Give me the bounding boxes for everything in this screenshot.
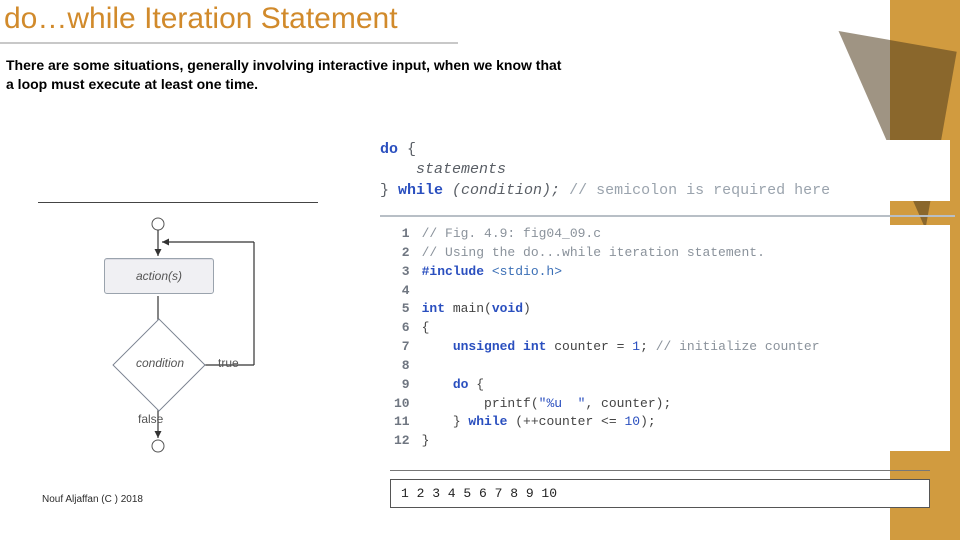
flow-condition-label: condition [130, 356, 190, 370]
syntax-underline [380, 215, 955, 217]
flow-action-box: action(s) [104, 258, 214, 294]
code-l5a: int [422, 301, 445, 316]
syntax-statements: statements [380, 161, 506, 178]
footer-credit: Nouf Aljaffan (C ) 2018 [42, 494, 143, 505]
code-l10a: printf( [422, 396, 539, 411]
brace-open: { [398, 141, 416, 158]
keyword-while: while [398, 182, 443, 199]
syntax-snippet: do { statements } while (condition); // … [380, 140, 950, 201]
title-underline [0, 42, 458, 44]
code-l12: } [422, 433, 430, 448]
code-l3b: <stdio.h> [492, 264, 562, 279]
flow-true-label: true [218, 356, 239, 370]
slide-title: do…while Iteration Statement [4, 2, 398, 36]
left-separator [38, 202, 318, 203]
code-l5d: ) [523, 301, 531, 316]
code-l2: // Using the do...while iteration statem… [422, 245, 765, 260]
keyword-do: do [380, 141, 398, 158]
syntax-comment: // semicolon is required here [569, 182, 830, 199]
code-l11b: while [468, 414, 507, 429]
code-l5c: void [492, 301, 523, 316]
flowchart: action(s) condition true false [58, 212, 318, 472]
code-l9b: { [468, 377, 484, 392]
code-l7d: ; [640, 339, 656, 354]
code-l10b: "%u " [539, 396, 586, 411]
code-l11a: } [422, 414, 469, 429]
output-separator [390, 470, 930, 471]
code-l5b: main( [445, 301, 492, 316]
code-l9a: do [422, 377, 469, 392]
code-l11d: 10 [624, 414, 640, 429]
syntax-condition: (condition); [443, 182, 569, 199]
code-l11c: (++counter <= [507, 414, 624, 429]
code-l6: { [422, 320, 430, 335]
code-l11e: ); [640, 414, 656, 429]
code-l7e: // initialize counter [656, 339, 820, 354]
brace-close: } [380, 182, 398, 199]
intro-text: There are some situations, generally inv… [6, 56, 566, 94]
code-l7c: 1 [632, 339, 640, 354]
code-l3a: #include [422, 264, 492, 279]
program-output: 1 2 3 4 5 6 7 8 9 10 [390, 479, 930, 508]
code-l10c: , counter); [585, 396, 671, 411]
flow-false-label: false [138, 412, 163, 426]
flowchart-arrows [58, 212, 318, 472]
output-section: 1 2 3 4 5 6 7 8 9 10 [390, 470, 930, 508]
code-listing: 1// Fig. 4.9: fig04_09.c 2// Using the d… [390, 225, 950, 451]
code-l1: // Fig. 4.9: fig04_09.c [422, 226, 601, 241]
code-l7b: counter = [546, 339, 632, 354]
code-l7a: unsigned int [422, 339, 547, 354]
